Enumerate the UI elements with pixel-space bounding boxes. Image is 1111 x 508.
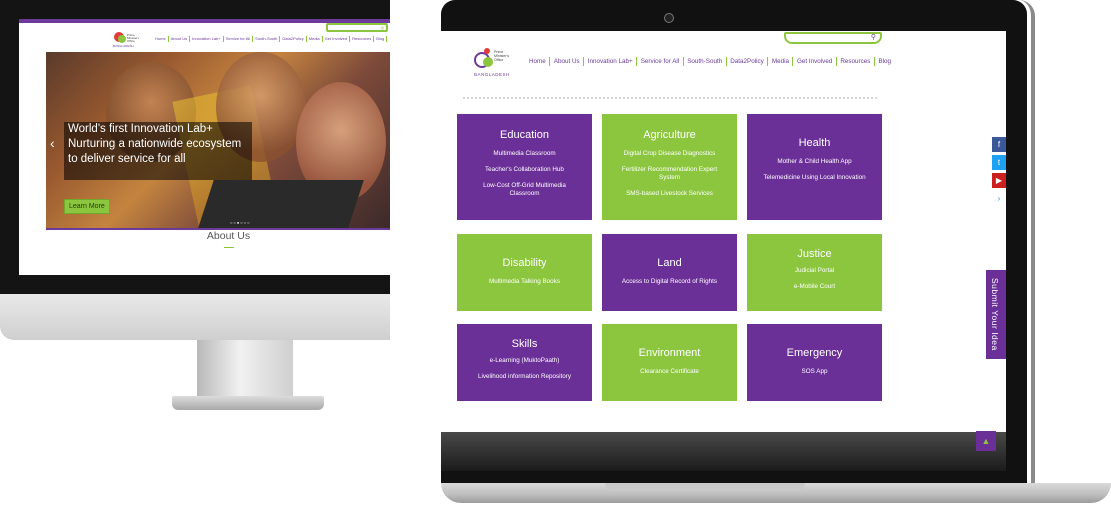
tile-agriculture[interactable]: Agriculture Digital Crop Disease Diagnos…: [602, 114, 737, 220]
tile-service-link[interactable]: Multimedia Classroom: [471, 150, 578, 158]
tile-service-link[interactable]: Teacher's Collaboration Hub: [471, 166, 578, 174]
laptop-screen: ⚲ Prime Minister's Office BANGLADESH Hom…: [441, 31, 1006, 471]
twitter-icon[interactable]: t: [992, 155, 1006, 170]
tile-skills[interactable]: Skills e-Learning (MuktoPaath) Livelihoo…: [457, 324, 592, 401]
tile-service-link[interactable]: e-Learning (MuktoPaath): [471, 357, 578, 365]
pmo-text: Prime Minister's Office: [494, 50, 510, 62]
tile-service-link[interactable]: SOS App: [761, 368, 868, 376]
nav-blog[interactable]: Blog: [873, 57, 895, 66]
tile-health[interactable]: Health Mother & Child Health App Telemed…: [747, 114, 882, 220]
hero-carousel[interactable]: ‹ World's first Innovation Lab+ Nurturin…: [46, 52, 390, 228]
tile-title: Education: [500, 129, 549, 141]
laptop-opening-notch: [605, 483, 805, 491]
about-us-underline: [224, 247, 234, 248]
tile-title: Disability: [502, 257, 547, 269]
tile-emergency[interactable]: Emergency SOS App: [747, 324, 882, 401]
nav-blog[interactable]: Blog: [374, 36, 388, 42]
nav-resources[interactable]: Resources: [835, 57, 874, 66]
tile-service-link[interactable]: Mother & Child Health App: [761, 158, 868, 166]
carousel-dots[interactable]: ○○●○○○: [230, 220, 251, 225]
tile-service-link[interactable]: e-Mobile Court: [761, 283, 868, 291]
tile-service-link[interactable]: Low-Cost Off-Grid Multimedia Classroom: [471, 182, 578, 198]
desktop-monitor-foot: [172, 396, 324, 410]
nav-innovation-lab[interactable]: Innovation Lab+: [583, 57, 636, 66]
desktop-main-nav: Home About Us Innovation Lab+ Service fo…: [153, 36, 388, 42]
svg-text:Office: Office: [127, 39, 135, 43]
nav-media[interactable]: Media: [767, 57, 792, 66]
tile-service-link[interactable]: SMS-based Livestock Services: [616, 190, 723, 198]
hero-caption-line: Nurturing a nationwide ecosystem: [68, 138, 242, 150]
tile-service-link[interactable]: Clearance Certificate: [616, 368, 723, 376]
tile-disability[interactable]: Disability Multimedia Talking Books: [457, 234, 592, 311]
submit-your-idea-label: Submit Your Idea: [990, 278, 1000, 351]
tile-title: Justice: [797, 248, 832, 260]
svg-text:BANGLADESH: BANGLADESH: [113, 44, 134, 48]
nav-service-for-all[interactable]: Service for All: [636, 57, 683, 66]
desktop-search-input[interactable]: ⚲: [326, 23, 388, 32]
tile-service-link[interactable]: Digital Crop Disease Diagnostics: [616, 150, 723, 158]
tile-service-link[interactable]: Access to Digital Record of Rights: [616, 278, 723, 286]
nav-about-us[interactable]: About Us: [549, 57, 583, 66]
tile-title: Health: [798, 137, 831, 149]
camera-icon: [664, 13, 674, 23]
carousel-prev-icon[interactable]: ‹: [50, 135, 55, 151]
nav-about-us[interactable]: About Us: [169, 36, 191, 42]
tile-education[interactable]: Education Multimedia Classroom Teacher's…: [457, 114, 592, 220]
tile-service-link[interactable]: Multimedia Talking Books: [471, 278, 578, 286]
search-icon[interactable]: ⚲: [871, 34, 876, 41]
tile-justice[interactable]: Justice Judicial Portal e-Mobile Court: [747, 234, 882, 311]
tile-title: Agriculture: [643, 129, 696, 141]
youtube-icon[interactable]: ▶: [992, 173, 1006, 188]
tile-land[interactable]: Land Access to Digital Record of Rights: [602, 234, 737, 311]
tile-service-link[interactable]: Fertilizer Recommendation Expert System: [616, 166, 723, 182]
laptop-search-input[interactable]: ⚲: [784, 32, 882, 44]
nav-innovation-lab[interactable]: Innovation Lab+: [190, 36, 224, 42]
tile-environment[interactable]: Environment Clearance Certificate: [602, 324, 737, 401]
nav-get-involved[interactable]: Get Involved: [323, 36, 351, 42]
nav-home[interactable]: Home: [153, 36, 169, 42]
nav-home[interactable]: Home: [529, 57, 549, 66]
desktop-monitor-stand: [197, 340, 293, 398]
back-to-top-icon[interactable]: ▲: [976, 431, 996, 451]
laptop-main-nav: Home About Us Innovation Lab+ Service fo…: [529, 57, 895, 66]
nav-data2policy[interactable]: Data2Policy: [280, 36, 307, 42]
learn-more-button[interactable]: Learn More: [64, 199, 110, 214]
hero-caption-line: World's first Innovation Lab+: [68, 123, 213, 135]
about-us-heading: About Us: [206, 230, 251, 242]
tile-title: Environment: [638, 347, 701, 359]
nav-get-involved[interactable]: Get Involved: [792, 57, 835, 66]
submit-your-idea-button[interactable]: Submit Your Idea: [986, 270, 1006, 359]
a2i-logo[interactable]: PrimeMinister'sOfficeBANGLADESH: [113, 28, 139, 48]
tile-title: Skills: [511, 338, 538, 350]
nav-service-for-all[interactable]: Service for All: [224, 36, 254, 42]
nav-media[interactable]: Media: [307, 36, 323, 42]
hero-photo-laptop: [198, 180, 364, 228]
social-toggle-icon[interactable]: ›: [992, 191, 1006, 206]
section-divider: [463, 93, 877, 99]
logo-country-text: BANGLADESH: [474, 72, 510, 77]
desktop-monitor-chin: [0, 294, 390, 340]
nav-data2policy[interactable]: Data2Policy: [725, 57, 768, 66]
nav-resources[interactable]: Resources: [350, 36, 375, 42]
tile-title: Land: [657, 257, 682, 269]
nav-south-south[interactable]: South-South: [253, 36, 281, 42]
tile-title: Emergency: [786, 347, 843, 359]
search-icon[interactable]: ⚲: [380, 26, 384, 32]
tile-service-link[interactable]: Telemedicine Using Local Innovation: [761, 174, 868, 182]
facebook-icon[interactable]: f: [992, 137, 1006, 152]
hero-caption-line: to deliver service for all: [68, 153, 186, 165]
tile-service-link[interactable]: Judicial Portal: [761, 267, 868, 275]
hero-caption: World's first Innovation Lab+ Nurturing …: [64, 122, 252, 180]
nav-south-south[interactable]: South-South: [682, 57, 726, 66]
a2i-logo[interactable]: Prime Minister's Office BANGLADESH: [474, 46, 516, 77]
footer-photo-band: [441, 432, 1006, 471]
a2i-logo-mark: [474, 48, 493, 68]
tile-service-link[interactable]: Livelihood information Repository: [471, 373, 578, 381]
